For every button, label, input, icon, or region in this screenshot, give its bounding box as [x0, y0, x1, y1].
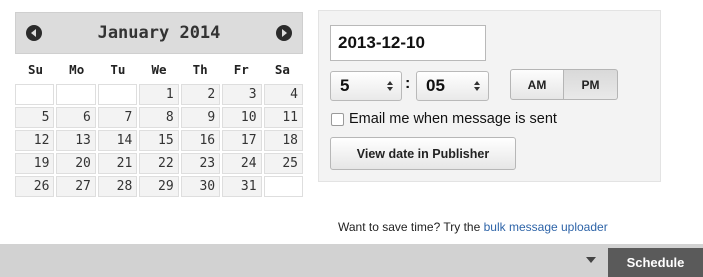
calendar-day[interactable]: 17: [222, 130, 262, 151]
month-title: January 2014: [97, 23, 221, 43]
calendar-day-empty: [15, 84, 55, 105]
calendar-day[interactable]: 22: [139, 153, 179, 174]
calendar-day[interactable]: 30: [180, 176, 221, 197]
weekday-label: We: [151, 61, 167, 77]
calendar-day[interactable]: 7: [97, 107, 138, 128]
calendar-day[interactable]: 4: [263, 84, 303, 105]
weekday-label: Th: [192, 61, 208, 77]
weekday-label: Su: [28, 61, 44, 77]
weekday-label: Mo: [69, 61, 85, 77]
minute-value: 05: [426, 76, 445, 95]
calendar-header: January 2014: [15, 12, 303, 54]
calendar-day[interactable]: 13: [56, 130, 96, 151]
calendar-day[interactable]: 8: [139, 107, 179, 128]
calendar-day[interactable]: 9: [180, 107, 221, 128]
schedule-panel: 5 : 05 AM PM Email me when message is se…: [318, 10, 661, 182]
bulk-upload-tip: Want to save time? Try the bulk message …: [338, 220, 608, 234]
calendar-day[interactable]: 20: [56, 153, 96, 174]
email-option: Email me when message is sent: [331, 111, 557, 127]
calendar-day[interactable]: 14: [97, 130, 138, 151]
calendar-day[interactable]: 16: [180, 130, 221, 151]
calendar-day-empty: [263, 176, 303, 197]
view-in-publisher-button[interactable]: View date in Publisher: [330, 137, 516, 170]
am-button[interactable]: AM: [510, 69, 564, 100]
calendar-day[interactable]: 11: [263, 107, 303, 128]
bulk-uploader-link[interactable]: bulk message uploader: [484, 220, 608, 234]
calendar-day[interactable]: 5: [15, 107, 55, 128]
calendar-day[interactable]: 1: [139, 84, 179, 105]
minute-select[interactable]: 05: [416, 71, 489, 101]
select-arrows-icon: [474, 81, 480, 91]
calendar-day[interactable]: 29: [139, 176, 179, 197]
pm-button[interactable]: PM: [564, 69, 618, 100]
prev-month-icon[interactable]: [26, 25, 42, 41]
calendar-day[interactable]: 27: [56, 176, 96, 197]
schedule-button[interactable]: Schedule: [608, 248, 703, 277]
calendar-day[interactable]: 12: [15, 130, 55, 151]
tip-text: Want to save time? Try the: [338, 220, 484, 234]
calendar-day[interactable]: 21: [97, 153, 138, 174]
date-input[interactable]: [330, 25, 486, 61]
select-arrows-icon: [387, 81, 393, 91]
calendar-day[interactable]: 2: [180, 84, 221, 105]
caret-down-icon[interactable]: [586, 257, 596, 263]
weekday-label: Sa: [274, 61, 290, 77]
time-separator: :: [405, 75, 411, 92]
weekday-label: Fr: [233, 61, 249, 77]
calendar-day[interactable]: 10: [222, 107, 262, 128]
hour-select[interactable]: 5: [330, 71, 402, 101]
calendar-day[interactable]: 23: [180, 153, 221, 174]
calendar: January 2014 Su Mo Tu We Th Fr Sa 1 2 3 …: [15, 12, 303, 197]
calendar-day[interactable]: 18: [263, 130, 303, 151]
calendar-day-empty: [97, 84, 138, 105]
calendar-day[interactable]: 28: [97, 176, 138, 197]
calendar-day[interactable]: 31: [222, 176, 262, 197]
calendar-day[interactable]: 24: [222, 153, 262, 174]
calendar-day[interactable]: 6: [56, 107, 96, 128]
calendar-grid: 1 2 3 4 5 6 7 8 9 10 11 12 13 14 15 16 1…: [15, 84, 303, 197]
calendar-day[interactable]: 19: [15, 153, 55, 174]
hour-value: 5: [340, 76, 350, 95]
calendar-day[interactable]: 25: [263, 153, 303, 174]
calendar-day-empty: [56, 84, 96, 105]
calendar-day[interactable]: 3: [222, 84, 262, 105]
bottom-bar: Schedule: [0, 244, 703, 277]
next-month-icon[interactable]: [275, 25, 292, 41]
email-checkbox[interactable]: [331, 112, 344, 126]
email-label[interactable]: Email me when message is sent: [349, 111, 557, 127]
weekday-label: Tu: [110, 61, 126, 77]
am-pm-toggle: AM PM: [510, 69, 618, 100]
calendar-day[interactable]: 26: [15, 176, 55, 197]
calendar-day[interactable]: 15: [139, 130, 179, 151]
weekday-row: Su Mo Tu We Th Fr Sa: [15, 54, 303, 84]
